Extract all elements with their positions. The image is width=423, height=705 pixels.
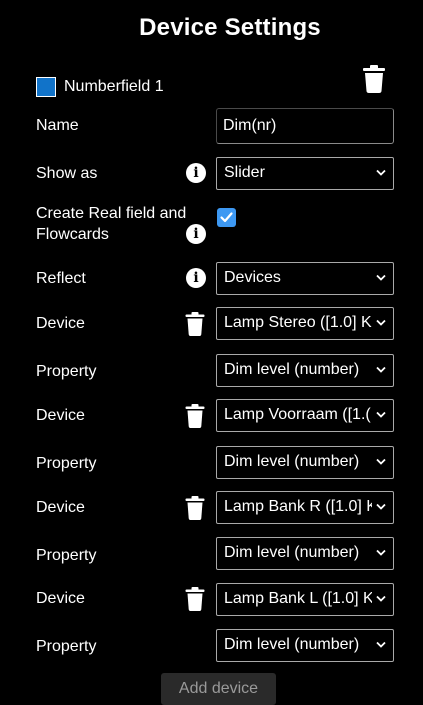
add-device-button[interactable]: Add device xyxy=(161,673,276,705)
delete-device-trash-icon[interactable] xyxy=(185,312,205,336)
property-value: Dim level (number) xyxy=(224,453,360,470)
chevron-down-icon xyxy=(376,595,386,602)
delete-field-trash-icon[interactable] xyxy=(362,65,386,93)
chevron-down-icon xyxy=(376,319,386,326)
delete-device-trash-icon[interactable] xyxy=(185,496,205,520)
create-real-field-label-line2: Flowcards xyxy=(36,226,109,243)
property-value: Dim level (number) xyxy=(224,361,360,378)
chevron-down-icon xyxy=(376,549,386,556)
show-as-select[interactable]: Slider xyxy=(216,157,394,190)
delete-device-trash-icon[interactable] xyxy=(185,404,205,428)
device-select[interactable]: Lamp Bank L ([1.0] K xyxy=(216,583,394,616)
name-input[interactable] xyxy=(216,108,394,144)
device-value: Lamp Bank L ([1.0] K xyxy=(224,590,372,607)
property-label: Property xyxy=(36,455,97,472)
show-as-label: Show as xyxy=(36,165,98,182)
show-as-info-icon[interactable]: i xyxy=(186,163,206,183)
device-label: Device xyxy=(36,590,85,607)
delete-device-trash-icon[interactable] xyxy=(185,587,205,611)
property-select[interactable]: Dim level (number) xyxy=(216,629,394,662)
reflect-label: Reflect xyxy=(36,270,86,287)
show-as-value: Slider xyxy=(224,164,265,181)
device-value: Lamp Voorraam ([1.( xyxy=(224,406,371,423)
property-label: Property xyxy=(36,547,97,564)
device-select[interactable]: Lamp Bank R ([1.0] K xyxy=(216,491,394,524)
chevron-down-icon xyxy=(376,503,386,510)
property-label: Property xyxy=(36,638,97,655)
page-title: Device Settings xyxy=(139,14,321,41)
check-icon xyxy=(220,212,233,223)
name-label: Name xyxy=(36,117,79,134)
device-label: Device xyxy=(36,499,85,516)
chevron-down-icon xyxy=(376,458,386,465)
device-select[interactable]: Lamp Stereo ([1.0] K xyxy=(216,307,394,340)
chevron-down-icon xyxy=(376,274,386,281)
reflect-info-icon[interactable]: i xyxy=(186,268,206,288)
chevron-down-icon xyxy=(376,366,386,373)
create-real-field-checkbox[interactable] xyxy=(217,208,236,227)
device-label: Device xyxy=(36,407,85,424)
device-value: Lamp Bank R ([1.0] K xyxy=(224,498,372,515)
property-select[interactable]: Dim level (number) xyxy=(216,446,394,479)
reflect-value: Devices xyxy=(224,269,281,286)
device-value: Lamp Stereo ([1.0] K xyxy=(224,314,372,331)
property-value: Dim level (number) xyxy=(224,636,360,653)
chevron-down-icon xyxy=(376,411,386,418)
create-real-field-label: Create Real field and xyxy=(36,205,187,222)
device-select[interactable]: Lamp Voorraam ([1.( xyxy=(216,399,394,432)
property-select[interactable]: Dim level (number) xyxy=(216,537,394,570)
property-value: Dim level (number) xyxy=(224,544,360,561)
chevron-down-icon xyxy=(376,641,386,648)
property-select[interactable]: Dim level (number) xyxy=(216,354,394,387)
reflect-select[interactable]: Devices xyxy=(216,262,394,295)
create-real-field-info-icon[interactable]: i xyxy=(186,224,206,244)
device-label: Device xyxy=(36,315,85,332)
property-label: Property xyxy=(36,363,97,380)
chevron-down-icon xyxy=(376,169,386,176)
field-name-label: Numberfield 1 xyxy=(64,78,164,95)
field-color-swatch[interactable] xyxy=(36,77,56,97)
